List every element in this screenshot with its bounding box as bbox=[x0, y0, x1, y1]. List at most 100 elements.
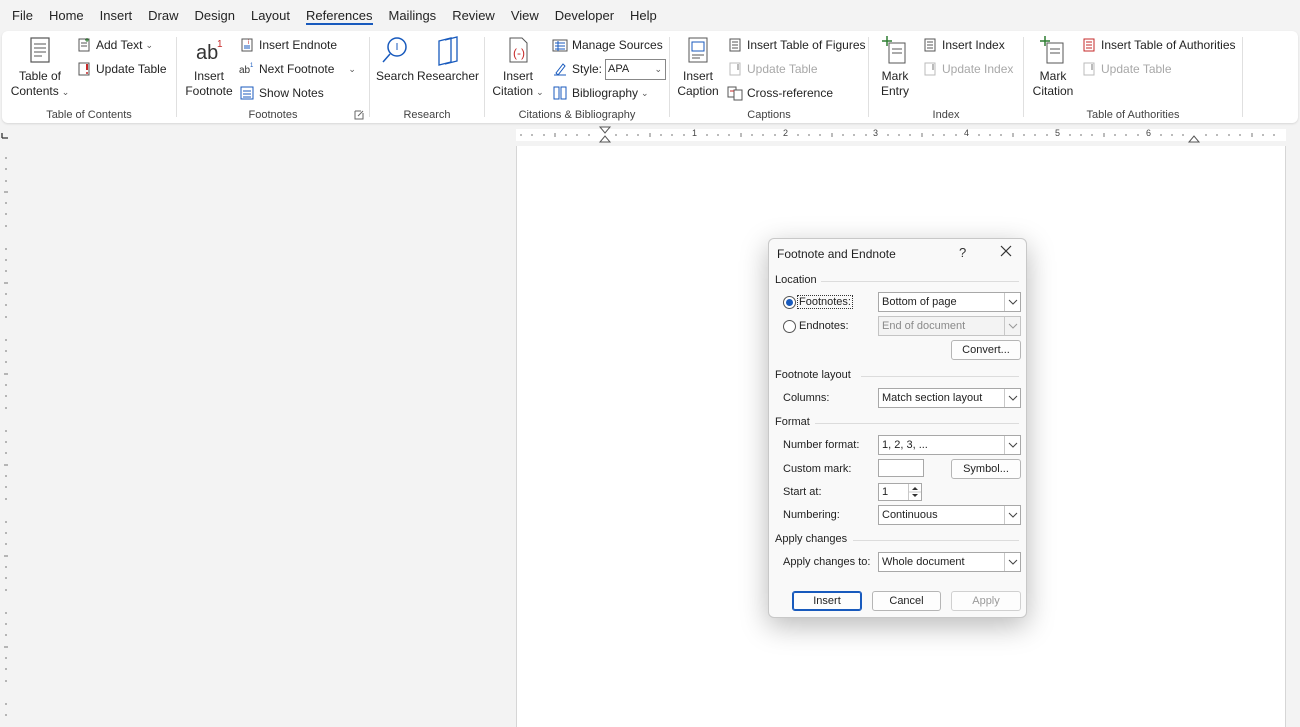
next-footnote-icon: ab 1 bbox=[239, 63, 254, 76]
menu-home[interactable]: Home bbox=[41, 0, 92, 31]
menu-insert[interactable]: Insert bbox=[92, 0, 141, 31]
insert-endnote-button[interactable]: i Insert Endnote bbox=[239, 34, 337, 56]
insert-endnote-label: Insert Endnote bbox=[259, 38, 338, 52]
menu-developer[interactable]: Developer bbox=[547, 0, 622, 31]
insert-table-of-figures-button[interactable]: Insert Table of Figures bbox=[727, 34, 866, 56]
section-footnote-layout: Footnote layout bbox=[775, 369, 851, 381]
number-format-label: Number format: bbox=[783, 439, 860, 451]
insert-caption-label-1: Insert bbox=[682, 69, 713, 83]
insert-caption-button[interactable]: Insert Caption bbox=[675, 35, 721, 99]
vertical-ruler[interactable] bbox=[0, 146, 12, 727]
apply-changes-to-label: Apply changes to: bbox=[783, 556, 871, 568]
ruler-number: 1 bbox=[692, 128, 698, 138]
insert-index-button[interactable]: Insert Index bbox=[922, 34, 1005, 56]
update-table-icon bbox=[78, 62, 90, 76]
update-table-authorities-button[interactable]: Update Table bbox=[1081, 58, 1172, 80]
apply-changes-to-dropdown[interactable]: Whole document bbox=[878, 552, 1021, 572]
style-dropdown[interactable]: APA ⌄ bbox=[605, 58, 667, 80]
horizontal-ruler[interactable]: 1 2 3 4 5 6 bbox=[14, 126, 1300, 144]
footnote-icon: ab1 bbox=[196, 39, 223, 64]
close-icon[interactable] bbox=[998, 243, 1014, 259]
search-button[interactable]: Search bbox=[375, 35, 415, 84]
group-label-citations: Citations & Bibliography bbox=[518, 109, 636, 121]
group-table-of-authorities: Mark Citation Insert Table of Authoritie… bbox=[1025, 31, 1241, 123]
tab-selector-icon[interactable] bbox=[0, 126, 12, 144]
menu-review[interactable]: Review bbox=[444, 0, 503, 31]
menu-draw[interactable]: Draw bbox=[140, 0, 186, 31]
mark-entry-button[interactable]: Mark Entry bbox=[876, 35, 914, 99]
mark-citation-button[interactable]: Mark Citation bbox=[1029, 35, 1077, 99]
next-footnote-button[interactable]: ab 1 Next Footnote ⌄ bbox=[239, 58, 356, 80]
group-citations-bibliography: (-) Insert Citation ⌄ Manage Sources Styl… bbox=[486, 31, 668, 123]
endnotes-radio[interactable] bbox=[783, 320, 796, 333]
group-footnotes: ab 1 Insert Footnote i Insert Endnote ab 1… bbox=[178, 31, 368, 123]
insert-footnote-label-2: Footnote bbox=[185, 84, 233, 98]
spinner-arrows-icon[interactable] bbox=[908, 484, 921, 500]
cancel-button[interactable]: Cancel bbox=[872, 591, 941, 611]
columns-label: Columns: bbox=[783, 392, 830, 404]
cross-reference-button[interactable]: Cross-reference bbox=[727, 82, 833, 104]
dialog-title: Footnote and Endnote bbox=[777, 247, 896, 261]
add-text-button[interactable]: Add Text ⌄ bbox=[76, 34, 153, 56]
footnotes-radio[interactable] bbox=[783, 296, 796, 309]
menu-file[interactable]: File bbox=[4, 0, 41, 31]
convert-button[interactable]: Convert... bbox=[951, 340, 1021, 360]
style-value: APA bbox=[608, 62, 630, 75]
menu-references[interactable]: References bbox=[298, 0, 380, 31]
insert-table-of-authorities-label: Insert Table of Authorities bbox=[1101, 38, 1236, 52]
menu-mailings[interactable]: Mailings bbox=[381, 0, 445, 31]
chevron-down-icon[interactable]: ⌄ bbox=[348, 64, 356, 75]
symbol-button[interactable]: Symbol... bbox=[951, 459, 1021, 479]
endnotes-position-dropdown[interactable]: End of document bbox=[878, 316, 1021, 336]
update-table-captions-button[interactable]: Update Table bbox=[727, 58, 818, 80]
mark-citation-icon bbox=[1040, 36, 1064, 64]
manage-sources-label: Manage Sources bbox=[572, 38, 663, 52]
insert-button[interactable]: Insert bbox=[792, 591, 862, 611]
style-selector: Style: APA ⌄ bbox=[552, 58, 667, 80]
menu-design[interactable]: Design bbox=[187, 0, 243, 31]
menu-help[interactable]: Help bbox=[622, 0, 665, 31]
cross-reference-label: Cross-reference bbox=[747, 86, 834, 100]
table-of-contents-button[interactable]: Table of Contents ⌄ bbox=[8, 35, 72, 100]
help-button[interactable]: ? bbox=[959, 245, 966, 260]
caption-icon bbox=[688, 37, 708, 63]
ribbon-separator bbox=[669, 37, 670, 117]
insert-citation-label-2: Citation bbox=[492, 84, 534, 98]
apply-button[interactable]: Apply bbox=[951, 591, 1021, 611]
group-label-footnotes: Footnotes bbox=[248, 109, 298, 121]
custom-mark-input[interactable] bbox=[878, 459, 924, 477]
footnotes-position-dropdown[interactable]: Bottom of page bbox=[878, 292, 1021, 312]
style-icon bbox=[554, 63, 566, 76]
svg-text:1: 1 bbox=[217, 39, 223, 50]
table-of-authorities-icon bbox=[1083, 38, 1095, 52]
insert-footnote-button[interactable]: ab 1 Insert Footnote bbox=[184, 35, 234, 99]
svg-text:ab: ab bbox=[239, 65, 251, 76]
columns-dropdown[interactable]: Match section layout bbox=[878, 388, 1021, 408]
mark-entry-icon bbox=[882, 36, 906, 64]
update-index-button[interactable]: Update Index bbox=[922, 58, 1013, 80]
insert-table-of-authorities-button[interactable]: Insert Table of Authorities bbox=[1081, 34, 1236, 56]
manage-sources-button[interactable]: Manage Sources bbox=[552, 34, 663, 56]
group-label-index: Index bbox=[932, 109, 960, 121]
chevron-down-icon bbox=[1004, 506, 1020, 524]
update-table-button[interactable]: Update Table bbox=[76, 58, 167, 80]
columns-value: Match section layout bbox=[882, 392, 983, 404]
update-table-captions-label: Update Table bbox=[747, 62, 818, 76]
researcher-label: Researcher bbox=[417, 69, 480, 83]
chevron-down-icon bbox=[1004, 389, 1020, 407]
menu-view[interactable]: View bbox=[503, 0, 547, 31]
footnotes-label: Footnotes: bbox=[797, 295, 853, 309]
start-at-spinner[interactable]: 1 bbox=[878, 483, 922, 501]
ruler-number: 3 bbox=[873, 128, 879, 138]
search-icon bbox=[382, 37, 407, 63]
number-format-dropdown[interactable]: 1, 2, 3, ... bbox=[878, 435, 1021, 455]
insert-citation-button[interactable]: (-) Insert Citation ⌄ bbox=[490, 35, 546, 100]
bibliography-button[interactable]: Bibliography ⌄ bbox=[552, 82, 649, 104]
ruler-number: 2 bbox=[783, 128, 789, 138]
researcher-button[interactable]: Researcher bbox=[417, 35, 480, 84]
update-table-label: Update Table bbox=[96, 62, 167, 76]
table-of-contents-label-2: Contents bbox=[10, 84, 59, 98]
numbering-dropdown[interactable]: Continuous bbox=[878, 505, 1021, 525]
menu-layout[interactable]: Layout bbox=[243, 0, 298, 31]
show-notes-button[interactable]: Show Notes bbox=[239, 82, 324, 104]
